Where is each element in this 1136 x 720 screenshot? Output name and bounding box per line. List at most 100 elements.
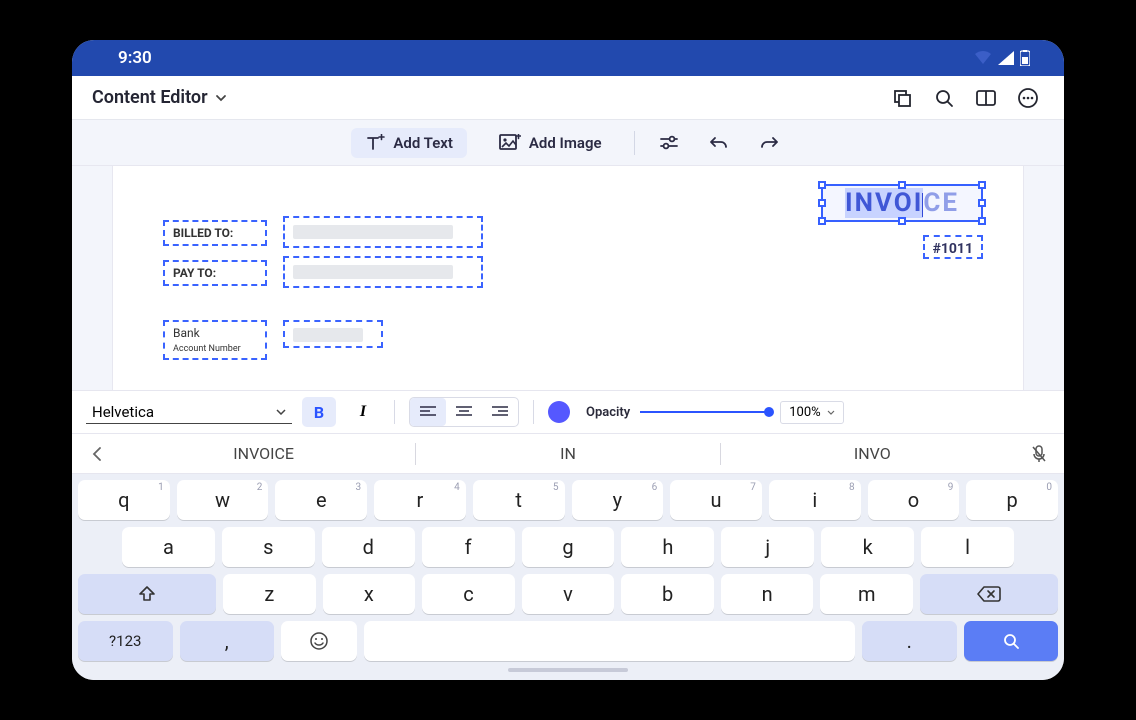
field-billed-to-value[interactable] <box>283 216 483 248</box>
symbols-key[interactable]: ?123 <box>78 621 173 661</box>
invoice-heading[interactable]: INVOICE <box>845 188 959 218</box>
suggestion-back-button[interactable] <box>82 439 112 469</box>
comma-key[interactable]: , <box>180 621 275 661</box>
key-o[interactable]: o9 <box>868 480 960 520</box>
key-i[interactable]: i8 <box>769 480 861 520</box>
undo-icon <box>709 135 729 151</box>
field-invoice-number[interactable]: #1011 <box>923 235 983 259</box>
period-key[interactable]: . <box>862 621 957 661</box>
font-name: Helvetica <box>92 403 154 421</box>
italic-button[interactable]: I <box>346 397 380 427</box>
key-u[interactable]: u7 <box>670 480 762 520</box>
redo-icon <box>759 135 779 151</box>
backspace-icon <box>977 586 1001 602</box>
opacity-value-select[interactable]: 100% <box>780 401 843 424</box>
key-t[interactable]: t5 <box>473 480 565 520</box>
field-bank-label[interactable]: BankAccount Number <box>163 320 267 360</box>
search-key[interactable] <box>964 621 1059 661</box>
field-billed-to-label[interactable]: BILLED TO: <box>163 220 267 246</box>
space-key[interactable] <box>364 621 855 661</box>
settings-button[interactable] <box>653 127 685 159</box>
field-pay-to-value[interactable] <box>283 256 483 288</box>
reader-button[interactable] <box>970 82 1002 114</box>
status-time: 9:30 <box>118 48 152 68</box>
align-center-button[interactable] <box>446 398 482 426</box>
resize-handle[interactable] <box>978 217 986 225</box>
resize-handle[interactable] <box>818 199 826 207</box>
backspace-key[interactable] <box>920 574 1058 614</box>
resize-handle[interactable] <box>898 217 906 225</box>
font-selector[interactable]: Helvetica <box>86 401 292 424</box>
chevron-left-icon <box>92 447 102 461</box>
key-p[interactable]: p0 <box>966 480 1058 520</box>
emoji-icon <box>309 631 329 651</box>
home-indicator[interactable] <box>508 668 628 672</box>
emoji-key[interactable] <box>281 621 357 661</box>
shift-key[interactable] <box>78 574 216 614</box>
key-b[interactable]: b <box>621 574 714 614</box>
wifi-icon <box>974 51 992 65</box>
key-k[interactable]: k <box>821 527 914 567</box>
key-w[interactable]: w2 <box>177 480 269 520</box>
key-f[interactable]: f <box>422 527 515 567</box>
search-icon <box>934 88 954 108</box>
key-q[interactable]: q1 <box>78 480 170 520</box>
key-j[interactable]: j <box>721 527 814 567</box>
add-image-button[interactable]: Add Image <box>485 128 616 158</box>
align-right-icon <box>492 406 508 418</box>
mic-off-icon <box>1031 445 1047 463</box>
suggestion-2[interactable]: IN <box>416 444 719 463</box>
key-v[interactable]: v <box>522 574 615 614</box>
sliders-icon <box>659 134 679 152</box>
more-button[interactable] <box>1012 82 1044 114</box>
suggestion-3[interactable]: INVO <box>721 444 1024 463</box>
key-g[interactable]: g <box>522 527 615 567</box>
resize-handle[interactable] <box>978 199 986 207</box>
key-m[interactable]: m <box>820 574 913 614</box>
separator <box>394 400 395 424</box>
bold-button[interactable]: B <box>302 397 336 427</box>
document-page[interactable]: INVOICE #1011 BILLED TO: PAY TO: BankAcc… <box>112 166 1024 390</box>
resize-handle[interactable] <box>818 181 826 189</box>
resize-handle[interactable] <box>898 181 906 189</box>
redo-button[interactable] <box>753 127 785 159</box>
field-pay-to-label[interactable]: PAY TO: <box>163 260 267 286</box>
resize-handle[interactable] <box>978 181 986 189</box>
mic-button[interactable] <box>1024 439 1054 469</box>
add-image-label: Add Image <box>529 134 602 152</box>
key-d[interactable]: d <box>322 527 415 567</box>
text-color-swatch[interactable] <box>548 401 570 423</box>
align-left-button[interactable] <box>410 398 446 426</box>
add-text-button[interactable]: Add Text <box>351 128 467 158</box>
key-n[interactable]: n <box>721 574 814 614</box>
search-button[interactable] <box>928 82 960 114</box>
field-bank-value[interactable] <box>283 320 383 348</box>
key-h[interactable]: h <box>621 527 714 567</box>
align-right-button[interactable] <box>482 398 518 426</box>
key-r[interactable]: r4 <box>374 480 466 520</box>
edit-toolbar: Add Text Add Image <box>72 120 1064 166</box>
appbar-title-dropdown[interactable]: Content Editor <box>92 87 228 108</box>
canvas-area[interactable]: INVOICE #1011 BILLED TO: PAY TO: BankAcc… <box>72 166 1064 390</box>
key-y[interactable]: y6 <box>572 480 664 520</box>
more-icon <box>1017 87 1039 109</box>
key-a[interactable]: a <box>122 527 215 567</box>
copy-button[interactable] <box>886 82 918 114</box>
search-icon <box>1002 632 1020 650</box>
key-x[interactable]: x <box>323 574 416 614</box>
key-z[interactable]: z <box>223 574 316 614</box>
key-l[interactable]: l <box>921 527 1014 567</box>
key-c[interactable]: c <box>422 574 515 614</box>
toolbar-separator <box>634 131 635 155</box>
add-text-icon <box>365 134 385 152</box>
undo-button[interactable] <box>703 127 735 159</box>
key-s[interactable]: s <box>222 527 315 567</box>
key-e[interactable]: e3 <box>275 480 367 520</box>
chevron-down-icon <box>827 410 835 415</box>
copy-icon <box>892 88 912 108</box>
opacity-slider[interactable] <box>640 411 770 413</box>
keyboard-suggestion-bar: INVOICE IN INVO <box>72 434 1064 474</box>
suggestion-1[interactable]: INVOICE <box>112 444 415 463</box>
resize-handle[interactable] <box>818 217 826 225</box>
selected-text-box[interactable]: INVOICE <box>821 184 983 222</box>
